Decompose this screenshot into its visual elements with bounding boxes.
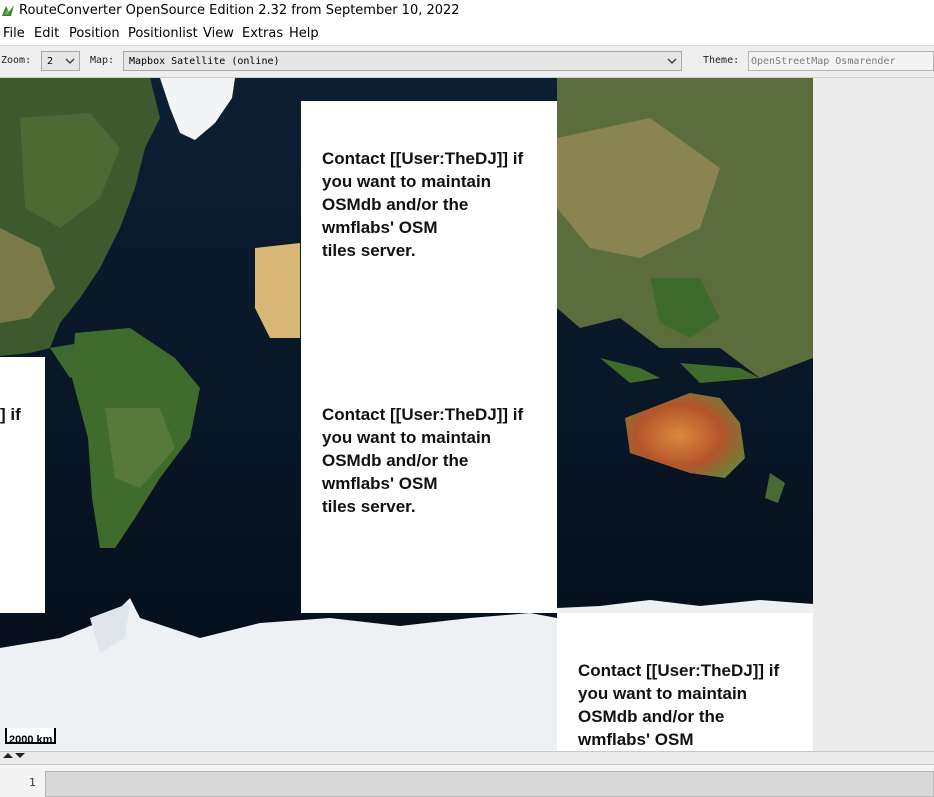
map-scale-bar: 2000 km — [5, 728, 57, 746]
positions-table: 1 — [0, 764, 934, 797]
table-row[interactable] — [45, 771, 934, 797]
map-side-panel — [813, 78, 934, 751]
zoom-select[interactable]: 2 — [41, 51, 80, 71]
map-view[interactable]: Contact [[User:TheDJ]] if you want to ma… — [0, 78, 813, 751]
theme-label: Theme: — [703, 55, 740, 66]
tile-error-message: Contact [[User:TheDJ]] if you want to ma… — [557, 613, 813, 751]
scale-label: 2000 km — [9, 734, 53, 746]
menu-file[interactable]: File — [3, 26, 25, 41]
menu-positionlist[interactable]: Positionlist — [128, 26, 198, 41]
tile-error-message: Contact [[User:TheDJ]] if you want to ma… — [301, 101, 557, 357]
zoom-label: Zoom: — [1, 55, 32, 66]
theme-value: OpenStreetMap Osmarender — [751, 56, 896, 67]
tile-error-message: ] if — [0, 357, 45, 613]
chevron-down-icon — [65, 58, 75, 64]
zoom-value: 2 — [47, 56, 54, 67]
tile-error-message: Contact [[User:TheDJ]] if you want to ma… — [301, 357, 557, 613]
app-logo-icon — [2, 5, 14, 16]
tile-error-text: Contact [[User:TheDJ]] if you want to ma… — [322, 149, 524, 260]
title-bar: RouteConverter OpenSource Edition 2.32 f… — [0, 0, 934, 23]
window-title: RouteConverter OpenSource Edition 2.32 f… — [19, 3, 460, 18]
tile-error-text: Contact [[User:TheDJ]] if you want to ma… — [322, 405, 524, 516]
map-label: Map: — [90, 55, 115, 66]
map-value: Mapbox Satellite (online) — [129, 56, 280, 67]
panel-splitter[interactable] — [0, 751, 934, 764]
chevron-down-icon — [667, 58, 677, 64]
menu-edit[interactable]: Edit — [34, 26, 59, 41]
splitter-arrows-icon[interactable] — [2, 753, 26, 763]
menu-help[interactable]: Help — [289, 26, 319, 41]
theme-select[interactable]: OpenStreetMap Osmarender — [748, 51, 934, 71]
map-select[interactable]: Mapbox Satellite (online) — [123, 51, 682, 71]
tile-error-text: Contact [[User:TheDJ]] if you want to ma… — [578, 661, 780, 749]
menu-position[interactable]: Position — [69, 26, 120, 41]
row-number: 1 — [29, 776, 36, 789]
map-toolbar: Zoom: 2 Map: Mapbox Satellite (online) T… — [0, 46, 934, 78]
menu-view[interactable]: View — [203, 26, 234, 41]
menu-bar: File Edit Position Positionlist View Ext… — [0, 23, 934, 46]
menu-extras[interactable]: Extras — [242, 26, 283, 41]
tile-error-text-partial: ] if — [0, 405, 21, 424]
